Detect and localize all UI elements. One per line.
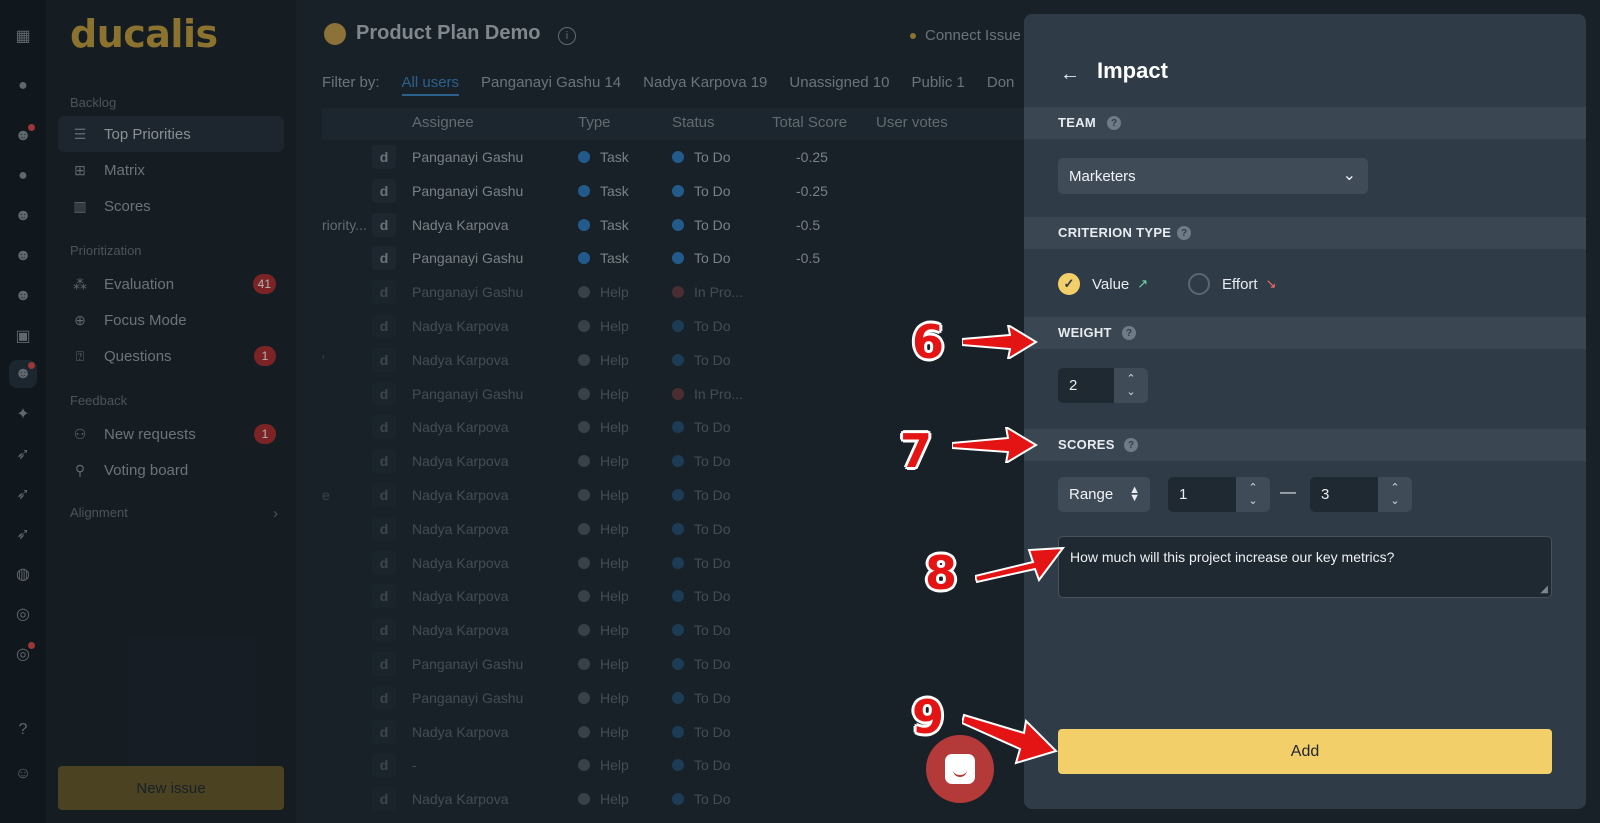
annotation-arrow: [962, 713, 1058, 765]
scores-max-stepper[interactable]: 3 ⌃ ⌄: [1310, 477, 1412, 512]
scores-label: SCORES: [1058, 437, 1115, 452]
weight-label: WEIGHT: [1058, 325, 1112, 340]
scores-max-value: 3: [1321, 486, 1330, 503]
chevron-down-icon: ⌄: [1342, 167, 1356, 184]
scores-min-stepper[interactable]: 1 ⌃ ⌄: [1168, 477, 1270, 512]
team-section-header: TEAM ?: [1024, 107, 1586, 139]
annotation-arrow: [975, 546, 1065, 584]
scores-mode-select[interactable]: Range ▲ ▼: [1058, 477, 1150, 512]
team-label: TEAM: [1058, 115, 1097, 130]
stepper-arrows-icon[interactable]: ⌃ ⌄: [1378, 477, 1412, 512]
annotation-number: 6: [912, 315, 945, 369]
panel-title: Impact: [1097, 58, 1168, 83]
range-dash: —: [1280, 484, 1296, 501]
team-select[interactable]: Marketers ⌄: [1058, 158, 1368, 194]
annotation-number: 9: [912, 690, 945, 744]
criterion-type-section-header: CRITERION TYPE ?: [1024, 217, 1586, 249]
add-button[interactable]: Add: [1058, 729, 1552, 774]
scores-mode-value: Range: [1069, 486, 1114, 503]
description-text: How much will this project increase our …: [1070, 549, 1395, 565]
criterion-description-textarea[interactable]: How much will this project increase our …: [1058, 536, 1552, 598]
annotation-number: 7: [900, 424, 933, 478]
arrow-up-right-icon: ↗: [1137, 276, 1149, 291]
scores-section-header: SCORES ?: [1024, 429, 1586, 461]
arrow-down-right-icon: ↘: [1265, 276, 1277, 291]
annotation-arrow: [952, 427, 1038, 463]
annotation-number: 8: [925, 546, 958, 600]
scores-min-value: 1: [1179, 486, 1188, 503]
stepper-arrows-icon[interactable]: ⌃ ⌄: [1236, 477, 1270, 512]
back-arrow-icon[interactable]: ←: [1060, 63, 1080, 86]
help-icon[interactable]: ?: [1177, 226, 1191, 240]
weight-value: 2: [1069, 377, 1078, 394]
criterion-panel: ← Impact TEAM ? Marketers ⌄ CRITERION TY…: [1024, 14, 1586, 809]
annotation-arrow: [962, 325, 1038, 359]
radio-label: Effort: [1222, 275, 1258, 293]
help-icon[interactable]: ?: [1124, 438, 1138, 452]
stepper-arrows-icon[interactable]: ⌃ ⌄: [1114, 368, 1148, 403]
radio-label: Value: [1092, 275, 1130, 293]
team-select-value: Marketers: [1069, 167, 1136, 185]
criterion-effort-radio[interactable]: Effort ↘: [1188, 273, 1276, 295]
app-window: ▦ ● ☻ ● ☻ ☻ ☻ ▣ ☻ ✦ ➶ ➶ ➶ ◍ ◎ ◎ ? ☺ duca…: [0, 0, 1600, 823]
help-icon[interactable]: ?: [1122, 326, 1136, 340]
help-icon[interactable]: ?: [1107, 116, 1121, 130]
check-icon: ✓: [1058, 273, 1080, 295]
resize-grip-icon[interactable]: ◢: [1540, 584, 1548, 595]
criterion-value-radio[interactable]: ✓ Value ↗: [1058, 273, 1148, 295]
weight-section-header: WEIGHT ?: [1024, 317, 1586, 349]
radio-empty-icon: [1188, 273, 1210, 295]
criterion-type-label: CRITERION TYPE: [1058, 225, 1172, 240]
sort-arrows-icon: ▲ ▼: [1129, 484, 1140, 504]
weight-stepper[interactable]: 2 ⌃ ⌄: [1058, 368, 1148, 403]
